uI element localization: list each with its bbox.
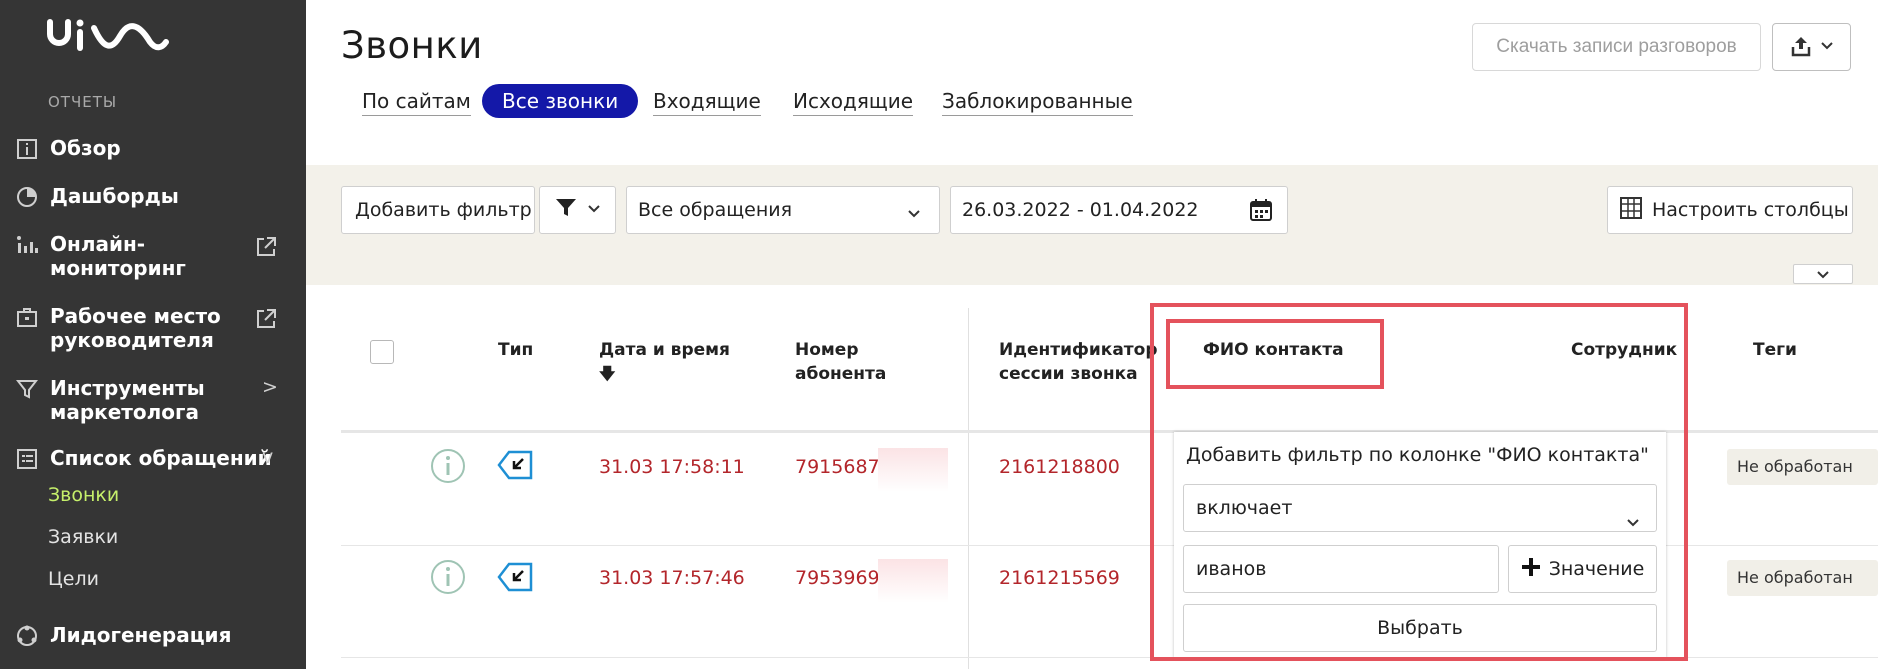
external-link-icon	[254, 235, 278, 259]
sidebar-subitem-goals[interactable]: Цели	[48, 568, 99, 590]
network-icon	[14, 623, 40, 649]
column-divider	[968, 308, 969, 669]
chevron-down-icon	[1820, 39, 1834, 56]
tab-incoming[interactable]: Входящие	[653, 84, 761, 118]
status-badge[interactable]: Не обработан	[1727, 449, 1878, 485]
status-badge[interactable]: Не обработан	[1727, 560, 1878, 596]
briefcase-icon	[14, 304, 40, 330]
export-menu-button[interactable]	[1772, 23, 1851, 71]
info-circle-icon[interactable]	[430, 559, 466, 599]
external-link-icon	[254, 307, 278, 331]
sidebar-subitem-requests[interactable]: Заявки	[48, 526, 118, 548]
sidebar-item-label: Рабочее место руководителя	[50, 304, 221, 352]
uis-logo[interactable]	[46, 18, 170, 58]
redaction-blur	[878, 448, 948, 492]
sort-desc-icon: 🡇	[599, 364, 616, 383]
page-title: Звонки	[341, 24, 483, 67]
filter-menu-button[interactable]	[539, 186, 616, 234]
sidebar: ОТЧЕТЫ Обзор Дашборды Онлайн- мониторинг…	[0, 0, 306, 669]
session-id[interactable]: 2161215569	[999, 567, 1120, 589]
info-circle-icon[interactable]	[430, 448, 466, 488]
section-label: ОТЧЕТЫ	[48, 93, 118, 111]
calendar-icon	[1249, 198, 1273, 227]
session-id[interactable]: 2161218800	[999, 456, 1120, 478]
sidebar-item-label: Список обращений	[50, 446, 272, 470]
tab-all-calls[interactable]: Все звонки	[482, 84, 639, 118]
select-all-checkbox[interactable]	[370, 340, 394, 364]
redaction-blur	[878, 559, 948, 603]
sidebar-item-label: Обзор	[50, 136, 121, 160]
chevron-right-icon: >	[262, 376, 278, 398]
configure-columns-button[interactable]: Настроить столбцы	[1607, 186, 1853, 234]
chevron-down-icon	[587, 199, 601, 221]
funnel-icon	[14, 376, 40, 402]
tab-outgoing[interactable]: Исходящие	[793, 84, 914, 118]
sidebar-item-label: Дашборды	[50, 184, 179, 208]
chevron-down-icon	[907, 204, 921, 226]
tab-blocked[interactable]: Заблокированные	[942, 84, 1133, 118]
sidebar-item-label: Онлайн- мониторинг	[50, 232, 186, 280]
pie-chart-icon	[14, 184, 40, 210]
sidebar-item-label: Лидогенерация	[50, 623, 232, 647]
incoming-call-icon	[497, 450, 533, 484]
call-datetime[interactable]: 31.03 17:58:11	[599, 456, 745, 478]
date-range-picker[interactable]: 26.03.2022 - 01.04.2022	[950, 186, 1288, 234]
incoming-call-icon	[497, 562, 533, 596]
list-icon	[14, 446, 40, 472]
requests-select[interactable]: Все обращения	[626, 186, 940, 234]
tab-by-sites[interactable]: По сайтам	[362, 84, 471, 118]
chevron-down-icon: v	[262, 446, 274, 468]
sidebar-subitem-calls[interactable]: Звонки	[48, 484, 119, 506]
chevron-down-icon	[1817, 263, 1829, 285]
caller-number[interactable]: 7953969	[795, 567, 880, 589]
collapse-filters-button[interactable]	[1793, 264, 1853, 284]
column-header-number[interactable]: Номер абонента	[795, 338, 915, 386]
column-header-type[interactable]: Тип	[498, 338, 533, 362]
upload-icon	[1790, 35, 1812, 60]
funnel-icon	[555, 198, 577, 223]
column-header-tags[interactable]: Теги	[1753, 338, 1797, 362]
add-filter-button[interactable]: Добавить фильтр	[341, 186, 535, 234]
highlight-box-contact-column	[1150, 303, 1688, 661]
columns-grid-icon	[1620, 196, 1642, 224]
bar-chart-icon	[14, 232, 40, 258]
sidebar-item-label: Инструменты маркетолога	[50, 376, 205, 424]
column-header-session[interactable]: Идентификатор сессии звонка	[999, 338, 1159, 386]
call-datetime[interactable]: 31.03 17:57:46	[599, 567, 745, 589]
info-square-icon	[14, 136, 40, 162]
download-recordings-button[interactable]: Скачать записи разговоров	[1472, 23, 1761, 71]
column-header-datetime[interactable]: Дата и время 🡇	[599, 338, 730, 386]
